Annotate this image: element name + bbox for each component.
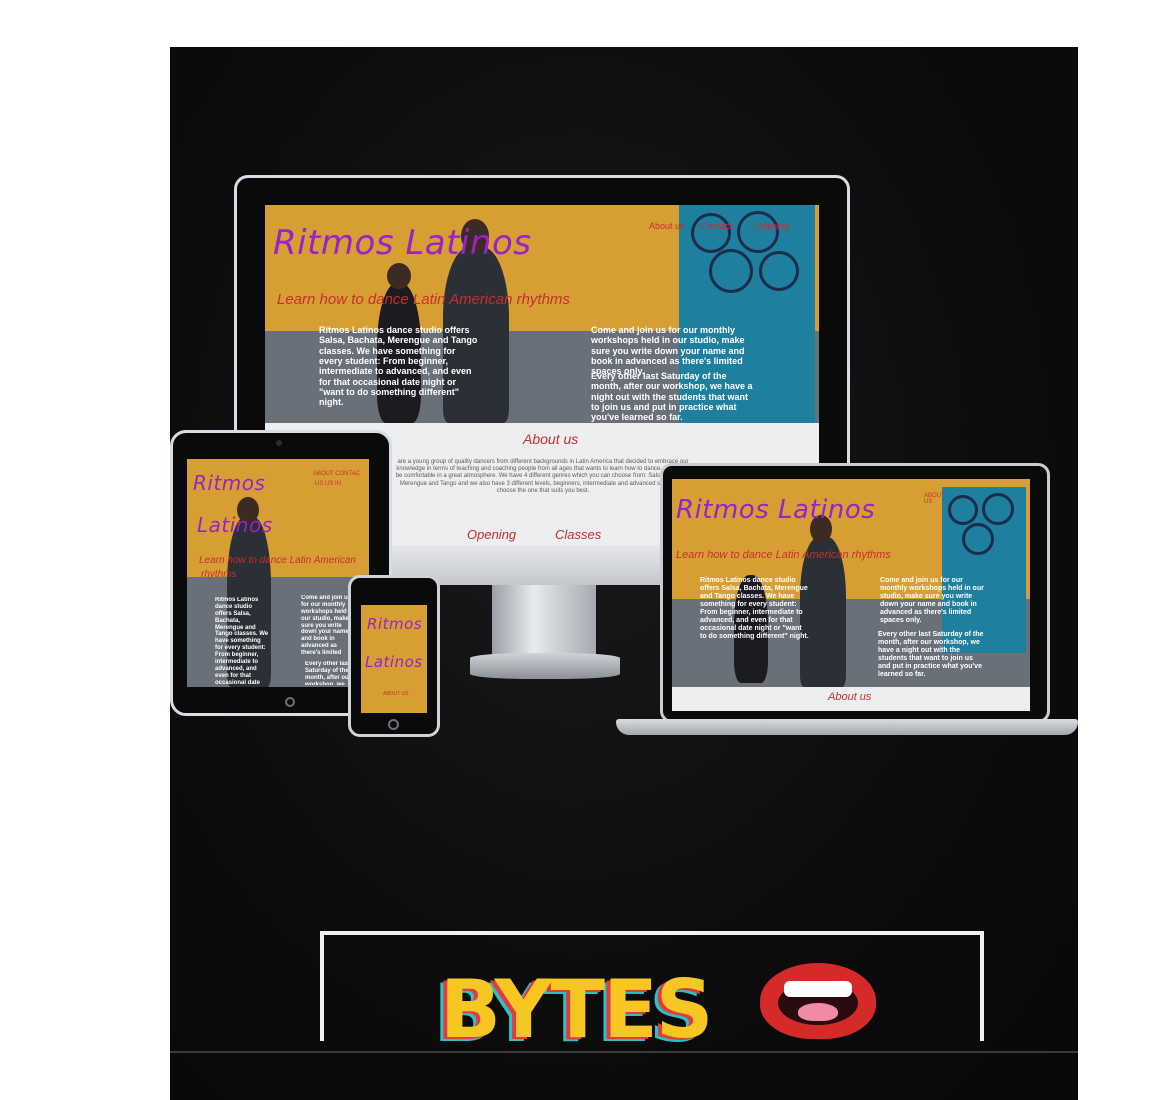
lips-icon	[760, 963, 876, 1039]
laptop-workshop-2: Every other last Saturday of the month, …	[878, 631, 984, 679]
site-tagline: Learn how to dance Latin American rhythm…	[277, 291, 570, 308]
laptop-base	[616, 719, 1078, 735]
gate-ornament	[709, 249, 753, 293]
laptop-nav-about[interactable]: ABOUT US	[924, 493, 945, 505]
laptop-intro-text: Ritmos Latinos dance studio offers Salsa…	[700, 577, 809, 641]
laptop-workshop-1: Come and join us for our monthly worksho…	[880, 577, 984, 625]
phone-hero: Ritmos Latinos ABOUT US	[361, 605, 427, 713]
gate-ornament	[962, 523, 994, 555]
desktop-hero: Ritmos Latinos Learn how to dance Latin …	[265, 205, 819, 423]
opening-heading[interactable]: Opening	[467, 527, 516, 542]
tablet-tagline-2: rhythms	[201, 569, 237, 580]
tablet-screen: Ritmos Latinos Learn how to dance Latin …	[187, 459, 369, 687]
tablet-nav-2[interactable]: US US IN	[315, 481, 341, 487]
gate-ornament	[948, 495, 978, 525]
phone-screen: Ritmos Latinos ABOUT US	[361, 605, 427, 713]
laptop-brand[interactable]: Ritmos Latinos	[676, 495, 875, 525]
workshop-text-1: Come and join us for our monthly worksho…	[591, 325, 745, 377]
workshop-text-2: Every other last Saturday of the month, …	[591, 371, 753, 423]
phone-nav-about[interactable]: ABOUT US	[383, 691, 408, 697]
laptop-tagline: Learn how to dance Latin American rhythm…	[676, 549, 891, 561]
laptop-hero: Ritmos Latinos Learn how to dance Latin …	[672, 479, 1030, 687]
phone-device: Ritmos Latinos ABOUT US	[348, 575, 440, 737]
intro-text: Ritmos Latinos dance studio offers Salsa…	[319, 325, 478, 408]
photo-background: Ritmos Latinos Learn how to dance Latin …	[170, 47, 1078, 1100]
shelf-edge	[170, 1051, 1078, 1053]
tablet-intro-text: Ritmos Latinos dance studio offers Salsa…	[215, 597, 269, 685]
monitor-stand-base	[470, 653, 620, 679]
gate-ornament	[691, 213, 731, 253]
nav-contact[interactable]: Contact	[701, 221, 732, 231]
site-brand[interactable]: Ritmos Latinos	[273, 223, 531, 263]
tablet-hero: Ritmos Latinos Learn how to dance Latin …	[187, 459, 369, 687]
gate-ornament	[759, 251, 799, 291]
gate-ornament	[982, 493, 1014, 525]
tongue	[798, 1003, 838, 1021]
tablet-nav-1[interactable]: ABOUT CONTAC	[313, 471, 360, 477]
tablet-tagline-1: Learn how to dance Latin American	[199, 555, 356, 566]
laptop-screen: Ritmos Latinos Learn how to dance Latin …	[672, 479, 1030, 711]
phone-brand-line1[interactable]: Ritmos	[367, 615, 422, 633]
laptop-about-title: About us	[828, 691, 872, 703]
bytes-logo: BYTES	[440, 963, 713, 1056]
tablet-camera	[276, 440, 282, 446]
tablet-brand-line2[interactable]: Latinos	[197, 513, 273, 537]
tablet-home-button[interactable]	[285, 697, 295, 707]
phone-brand-line2[interactable]: Latinos	[365, 653, 423, 671]
phone-home-button[interactable]	[388, 719, 399, 730]
hero-gate	[942, 487, 1026, 653]
classes-heading[interactable]: Classes	[555, 527, 601, 542]
dancer-head	[387, 263, 411, 289]
nav-about-us[interactable]: About us	[649, 221, 685, 231]
gate-ornament	[737, 211, 779, 253]
tablet-brand-line1[interactable]: Ritmos	[193, 471, 265, 495]
about-title: About us	[523, 431, 579, 447]
nav-opening[interactable]: Opening	[755, 221, 789, 231]
teeth	[784, 981, 852, 997]
laptop-device: Ritmos Latinos Learn how to dance Latin …	[616, 463, 1078, 739]
